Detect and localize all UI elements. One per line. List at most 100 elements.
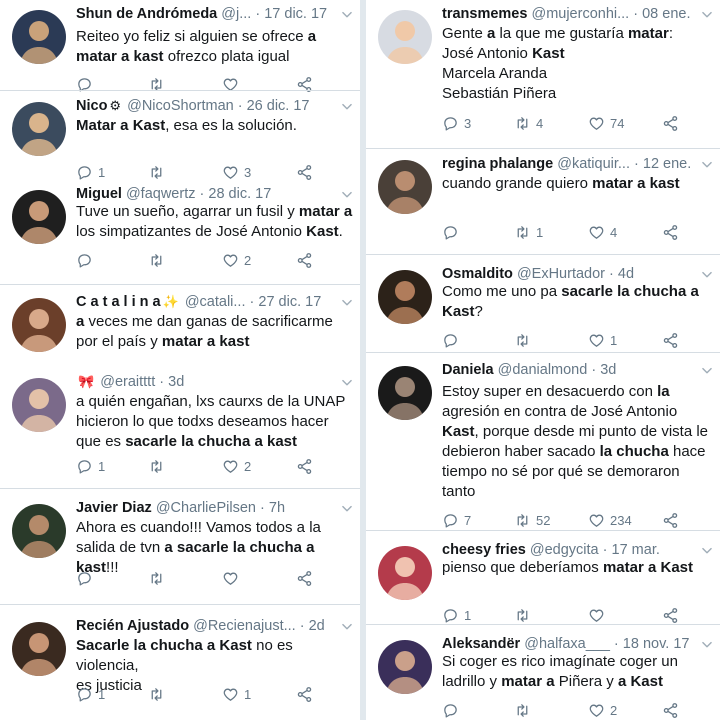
like-button[interactable]: 1 — [222, 684, 251, 704]
retweet-button[interactable] — [148, 568, 170, 588]
chevron-down-icon[interactable] — [700, 8, 714, 22]
tweet[interactable]: regina phalange @katiquir... · 12 ene. cu… — [366, 0, 720, 720]
tweet-date[interactable]: 26 dic. 17 — [247, 98, 310, 114]
display-name[interactable]: C a t a l i n a — [76, 294, 161, 310]
chevron-down-icon[interactable] — [340, 620, 354, 634]
tweet[interactable]: Aleksandër @halfaxa___ · 18 nov. 17 Si co… — [366, 0, 720, 720]
user-handle[interactable]: @Recienajust... — [193, 618, 296, 634]
display-name[interactable]: Osmaldito — [442, 266, 513, 282]
share-button[interactable] — [662, 605, 679, 625]
display-name[interactable]: regina phalange — [442, 156, 553, 172]
display-name[interactable]: Shun de Andrómeda — [76, 6, 217, 22]
user-handle[interactable]: @catali... — [185, 294, 246, 310]
reply-button[interactable] — [442, 222, 464, 242]
tweet[interactable]: C a t a l i n a ✨ @catali... · 27 dic. 17… — [0, 0, 360, 720]
retweet-button[interactable] — [148, 74, 170, 94]
tweet-date[interactable]: 17 mar. — [612, 542, 660, 558]
reply-button[interactable]: 7 — [442, 510, 471, 530]
reply-button[interactable]: 1 — [76, 456, 105, 476]
like-button[interactable]: 3 — [222, 162, 251, 182]
tweet[interactable]: Osmaldito @ExHurtador · 4d Como me uno pa… — [366, 0, 720, 720]
like-button[interactable]: 2 — [588, 700, 617, 720]
user-handle[interactable]: @j... — [221, 6, 251, 22]
like-button[interactable]: 74 — [588, 113, 624, 133]
tweet-date[interactable]: 4d — [618, 266, 634, 282]
like-button[interactable]: 2 — [222, 456, 251, 476]
user-handle[interactable]: @NicoShortman — [127, 98, 234, 114]
retweet-button[interactable]: 4 — [514, 113, 543, 133]
display-name[interactable]: Aleksandër — [442, 636, 520, 652]
like-button[interactable] — [222, 74, 244, 94]
chevron-down-icon[interactable] — [340, 188, 354, 202]
tweet[interactable]: Miguel @faqwertz · 28 dic. 17 Tuve un sue… — [0, 0, 360, 720]
retweet-button[interactable]: 52 — [514, 510, 550, 530]
avatar[interactable] — [378, 366, 432, 420]
user-handle[interactable]: @faqwertz — [126, 186, 196, 202]
avatar[interactable] — [378, 546, 432, 600]
avatar[interactable] — [12, 622, 66, 676]
reply-button[interactable]: 3 — [442, 113, 471, 133]
retweet-button[interactable] — [148, 162, 170, 182]
share-button[interactable] — [296, 74, 313, 94]
display-name[interactable]: cheesy fries — [442, 542, 526, 558]
reply-button[interactable] — [76, 74, 98, 94]
avatar[interactable] — [12, 190, 66, 244]
chevron-down-icon[interactable] — [700, 364, 714, 378]
chevron-down-icon[interactable] — [700, 638, 714, 652]
display-name[interactable]: Daniela — [442, 362, 494, 378]
avatar[interactable] — [378, 160, 432, 214]
tweet-date[interactable]: 28 dic. 17 — [208, 186, 271, 202]
reply-button[interactable]: 1 — [76, 162, 105, 182]
user-handle[interactable]: @danialmond — [498, 362, 588, 378]
tweet[interactable]: cheesy fries @edgycita · 17 mar. pienso q… — [366, 0, 720, 720]
share-button[interactable] — [662, 700, 679, 720]
tweet-date[interactable]: 18 nov. 17 — [623, 636, 690, 652]
reply-button[interactable] — [76, 250, 98, 270]
user-handle[interactable]: @CharliePilsen — [156, 500, 256, 516]
user-handle[interactable]: @halfaxa___ — [524, 636, 610, 652]
tweet-date[interactable]: 12 ene. — [643, 156, 691, 172]
display-name[interactable]: Nico — [76, 98, 107, 114]
avatar[interactable] — [12, 102, 66, 156]
retweet-button[interactable] — [514, 605, 536, 625]
avatar[interactable] — [12, 10, 66, 64]
retweet-button[interactable] — [514, 700, 536, 720]
tweet[interactable]: transmemes @mujerconhi... · 08 ene. Gente… — [366, 0, 720, 720]
avatar[interactable] — [378, 270, 432, 324]
user-handle[interactable]: @ExHurtador — [517, 266, 605, 282]
reply-button[interactable] — [442, 700, 464, 720]
reply-button[interactable] — [442, 330, 464, 350]
share-button[interactable] — [296, 684, 313, 704]
tweet[interactable]: 🎀 @eraitttt · 3d a quién engañan, lxs cau… — [0, 0, 360, 720]
chevron-down-icon[interactable] — [340, 296, 354, 310]
display-name[interactable]: Miguel — [76, 186, 122, 202]
user-handle[interactable]: @eraitttt — [100, 374, 155, 390]
display-name[interactable]: Recién Ajustado — [76, 618, 189, 634]
share-button[interactable] — [296, 162, 313, 182]
avatar[interactable] — [12, 504, 66, 558]
chevron-down-icon[interactable] — [700, 544, 714, 558]
chevron-down-icon[interactable] — [700, 268, 714, 282]
share-button[interactable] — [296, 250, 313, 270]
tweet-date[interactable]: 08 ene. — [642, 6, 690, 22]
tweet-date[interactable]: 17 dic. 17 — [264, 6, 327, 22]
chevron-down-icon[interactable] — [340, 100, 354, 114]
tweet[interactable]: Javier Diaz @CharliePilsen · 7h Ahora es … — [0, 0, 360, 720]
like-button[interactable]: 4 — [588, 222, 617, 242]
reply-button[interactable]: 1 — [76, 684, 105, 704]
retweet-button[interactable] — [148, 684, 170, 704]
tweet-date[interactable]: 27 dic. 17 — [258, 294, 321, 310]
share-button[interactable] — [296, 568, 313, 588]
share-button[interactable] — [662, 330, 679, 350]
display-name[interactable]: transmemes — [442, 6, 527, 22]
retweet-button[interactable] — [514, 330, 536, 350]
share-button[interactable] — [662, 113, 679, 133]
share-button[interactable] — [662, 510, 679, 530]
tweet[interactable]: Nico ⚙ @NicoShortman · 26 dic. 17 Matar a … — [0, 0, 360, 720]
chevron-down-icon[interactable] — [340, 502, 354, 516]
avatar[interactable] — [12, 298, 66, 352]
retweet-button[interactable]: 1 — [514, 222, 543, 242]
share-button[interactable] — [296, 456, 313, 476]
retweet-button[interactable] — [148, 250, 170, 270]
reply-button[interactable] — [76, 568, 98, 588]
